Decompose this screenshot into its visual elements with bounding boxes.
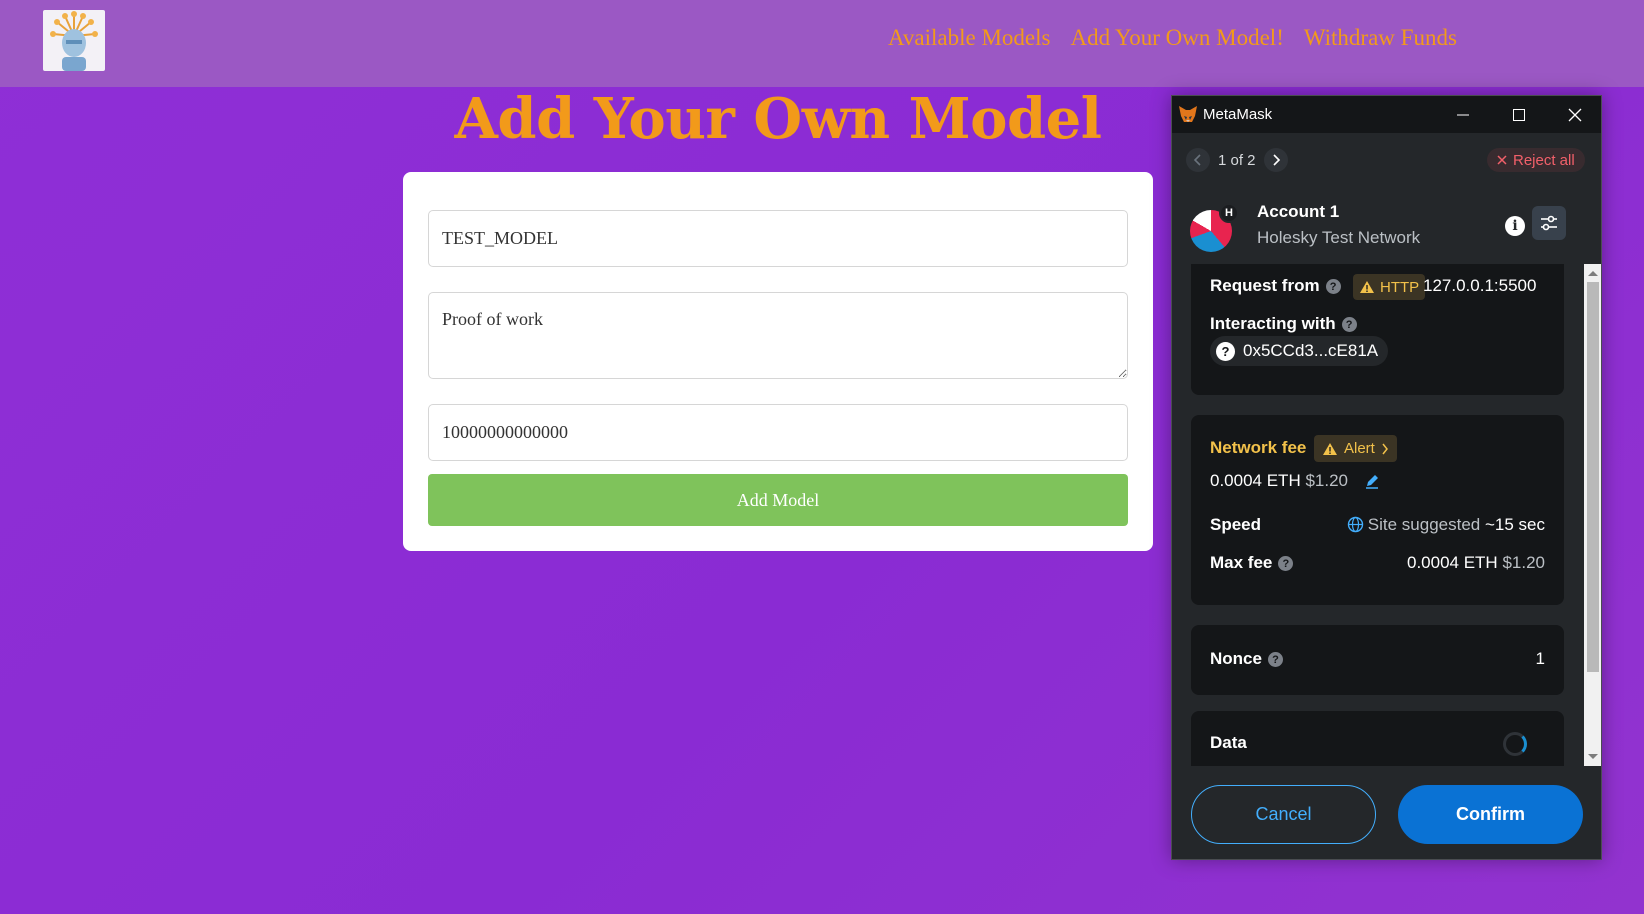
metamask-window: MetaMask 1 of 2 Reject all H Account 1 H… [1171, 95, 1602, 860]
info-icon[interactable]: i [1505, 216, 1525, 236]
model-price-input[interactable] [428, 404, 1128, 461]
nonce-value: 1 [1535, 649, 1545, 668]
help-icon[interactable]: ? [1278, 556, 1294, 572]
close-icon[interactable] [1547, 96, 1601, 133]
confirm-button[interactable]: Confirm [1398, 785, 1583, 844]
help-icon[interactable]: ? [1267, 652, 1283, 668]
previous-request-button[interactable] [1186, 148, 1210, 172]
unknown-contract-icon: ? [1216, 341, 1235, 361]
add-model-button[interactable]: Add Model [428, 474, 1128, 526]
add-model-form: Proof of work Add Model [403, 172, 1153, 551]
request-pager: 1 of 2 [1186, 148, 1288, 172]
model-description-input[interactable]: Proof of work [428, 292, 1128, 379]
help-icon[interactable]: ? [1341, 317, 1357, 333]
site-header: Available Models Add Your Own Model! Wit… [0, 0, 1644, 87]
request-origin: 127.0.0.1:5500 [1423, 276, 1537, 295]
network-name: Holesky Test Network [1257, 228, 1421, 247]
network-fee-value: 0.0004 ETH $1.20 [1210, 471, 1349, 490]
chevron-right-icon [1382, 443, 1388, 454]
warning-icon [1323, 442, 1337, 455]
network-badge: H [1219, 203, 1239, 223]
metamask-footer: Cancel Confirm [1172, 766, 1601, 859]
nav-withdraw-funds[interactable]: Withdraw Funds [1304, 25, 1457, 51]
pager-count: 1 of 2 [1218, 151, 1256, 169]
nav-add-model[interactable]: Add Your Own Model! [1070, 25, 1283, 51]
model-name-input[interactable] [428, 210, 1128, 267]
edit-fee-icon[interactable] [1364, 473, 1380, 494]
reject-all-button[interactable]: Reject all [1487, 148, 1585, 172]
max-fee-value: 0.0004 ETH $1.20 [1406, 553, 1545, 572]
data-label: Data [1210, 733, 1247, 752]
confirmation-details[interactable]: Request from? HTTP 127.0.0.1:5500 Intera… [1172, 264, 1584, 766]
account-name: Account 1 [1257, 202, 1340, 221]
nonce-label: Nonce? [1210, 649, 1283, 669]
scroll-thumb[interactable] [1587, 282, 1599, 672]
warning-icon [1360, 281, 1374, 293]
details-scrollbar[interactable] [1584, 264, 1601, 766]
contract-address-chip[interactable]: ? 0x5CCd3...cE81A [1210, 336, 1389, 366]
minimize-icon[interactable] [1435, 96, 1491, 133]
help-icon[interactable]: ? [1325, 279, 1341, 295]
nonce-panel: Nonce? 1 [1191, 625, 1564, 695]
fee-panel: Network fee Alert 0.0004 ETH $1.20 Speed… [1191, 415, 1564, 605]
metamask-fox-icon [1178, 104, 1198, 129]
request-from-label: Request from? [1210, 276, 1341, 296]
network-fee-label: Network fee [1210, 438, 1307, 457]
metamask-title: MetaMask [1203, 106, 1273, 123]
max-fee-label: Max fee? [1210, 553, 1294, 573]
http-warning-badge: HTTP [1353, 274, 1426, 300]
main-nav: Available Models Add Your Own Model! Wit… [888, 25, 1457, 51]
globe-icon [1347, 516, 1363, 533]
request-panel: Request from? HTTP 127.0.0.1:5500 Intera… [1191, 264, 1564, 395]
cancel-button[interactable]: Cancel [1191, 785, 1376, 844]
loading-spinner-icon [1503, 732, 1527, 756]
scroll-down-icon[interactable] [1588, 754, 1598, 759]
interacting-with-label: Interacting with? [1210, 314, 1357, 334]
data-panel: Data [1191, 711, 1564, 766]
speed-value: Site suggested ~15 sec [1347, 515, 1545, 535]
metamask-titlebar: MetaMask [1172, 96, 1601, 133]
maximize-icon[interactable] [1491, 96, 1547, 133]
next-request-button[interactable] [1263, 148, 1288, 172]
scroll-up-icon[interactable] [1588, 271, 1598, 276]
site-logo[interactable] [43, 10, 105, 71]
fee-alert-button[interactable]: Alert [1314, 435, 1397, 462]
close-icon [1497, 155, 1507, 165]
advanced-settings-icon[interactable] [1532, 206, 1566, 240]
reject-all-label: Reject all [1513, 151, 1575, 169]
speed-label: Speed [1210, 515, 1262, 534]
nav-available-models[interactable]: Available Models [888, 25, 1050, 51]
